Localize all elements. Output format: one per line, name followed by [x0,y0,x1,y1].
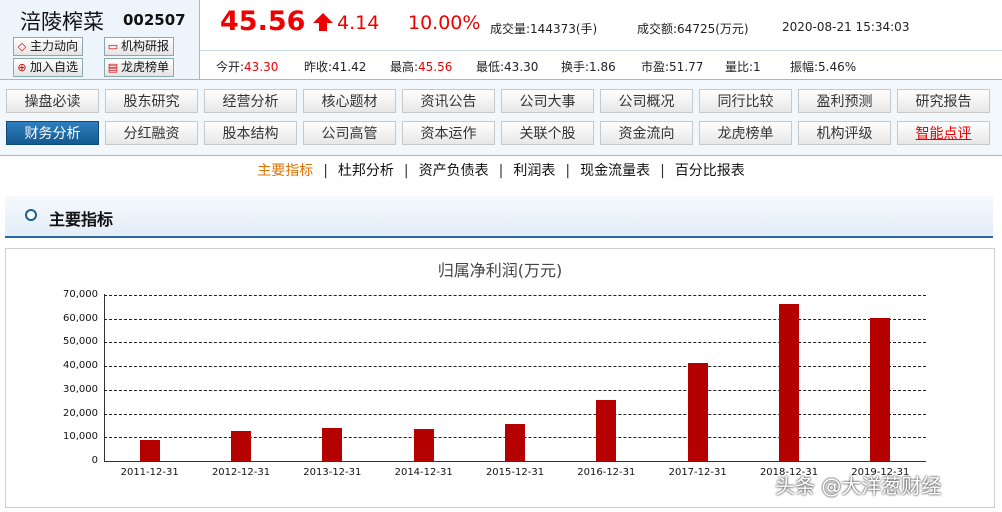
nav-button[interactable]: 同行比较 [699,89,792,113]
tab-separator: | [403,163,409,179]
subtab[interactable]: 利润表 [505,160,563,180]
dragon-tiger-button[interactable]: ▤ 龙虎榜单 [104,58,175,77]
nav-button[interactable]: 资金流向 [600,121,693,145]
grid-line [104,318,926,320]
nav-button[interactable]: 公司大事 [501,89,594,113]
nav-button[interactable]: 操盘必读 [6,89,99,113]
x-axis [104,461,926,462]
y-tick-label: 0 [91,455,98,466]
y-tick-label: 50,000 [63,336,98,348]
x-tick-label: 2015-12-31 [485,467,545,478]
nav-button[interactable]: 研究报告 [897,89,990,113]
section-title: 主要指标 [49,210,114,229]
stat-amplitude: 振幅:5.46% [790,60,857,74]
nav-button[interactable]: 公司概况 [600,89,693,113]
timestamp: 2020-08-21 15:34:03 [782,20,910,34]
y-tick-label: 10,000 [63,431,98,443]
tab-separator: | [498,163,504,179]
subtab[interactable]: 杜邦分析 [330,160,402,180]
stats-row: 今开:43.30 昨收:41.42 最高:45.56 最低:43.30 换手:1… [200,50,1002,80]
plus-icon: ⊕ [17,61,27,74]
chart-title: 归属净利润(万元) [437,261,563,280]
section-header: 主要指标 [5,196,993,238]
y-tick-label: 40,000 [63,360,98,372]
nav-button[interactable]: 分红融资 [105,121,198,145]
bar[interactable] [413,429,434,461]
stat-turnover: 换手:1.86 [561,60,616,74]
sub-tabs: 主要指标 | 杜邦分析 | 资产负债表 | 利润表 | 现金流量表 | 百分比报… [0,160,1002,190]
x-tick-label: 2017-12-31 [668,467,727,478]
y-tick-label: 70,000 [63,289,98,300]
nav-button[interactable]: 龙虎榜单 [699,121,792,145]
bar[interactable] [139,439,160,461]
folder-icon: ▭ [107,40,119,53]
y-tick-label: 60,000 [63,312,98,324]
nav-button[interactable]: 股东研究 [105,89,198,113]
grid-line [104,295,926,296]
x-tick-label: 2016-12-31 [577,467,636,478]
main-force-button[interactable]: ◇ 主力动向 [13,37,84,56]
quote-panel: 45.56 4.14 10.00% 成交量:144373(手) 成交额:6472… [200,0,1002,50]
up-arrow-icon [313,13,333,31]
nav-button[interactable]: 机构评级 [798,121,891,145]
bar[interactable] [505,424,525,461]
nav-button[interactable]: 智能点评 [897,121,990,145]
stat-low: 最低:43.30 [476,60,539,74]
nav-button[interactable]: 资讯公告 [402,89,495,113]
y-tick-label: 30,000 [63,383,98,395]
bar[interactable] [322,427,343,461]
x-tick-label: 2011-12-31 [120,467,179,478]
tab-separator: | [565,163,571,179]
current-price: 45.56 [220,6,306,37]
subtab[interactable]: 现金流量表 [572,160,658,180]
stock-info-panel: 涪陵榨菜 002507 ◇ 主力动向 ▭ 机构研报 ⊕ 加入自选 ▤ 龙虎榜单 [0,0,200,80]
grid-line [104,366,926,368]
nav-button[interactable]: 资本运作 [402,121,495,145]
nav-button[interactable]: 公司高管 [303,121,396,145]
subtab[interactable]: 资产负债表 [411,160,497,180]
x-tick-label: 2012-12-31 [211,467,271,478]
bar[interactable] [779,304,799,461]
stat-open: 今开:43.30 [216,60,279,74]
nav-button[interactable]: 盈利预测 [798,89,891,113]
nav-button[interactable]: 核心题材 [303,89,396,113]
diamond-icon: ◇ [17,40,27,53]
bar[interactable] [231,431,251,461]
y-tick-label: 20,000 [63,407,98,419]
bar[interactable] [687,363,708,461]
subtab[interactable]: 百分比报表 [667,160,753,180]
stock-name: 涪陵榨菜 [20,10,104,34]
watermark: 头条 @大洋葱财经 [775,474,942,498]
grid-line [104,389,926,391]
bar[interactable] [870,317,891,461]
x-tick-label: 2013-12-31 [303,467,362,478]
bar[interactable] [596,399,617,461]
price-change: 4.14 [337,12,380,34]
volume: 成交量:144373(手) [490,22,598,36]
stat-prev-close: 昨收:41.42 [304,60,367,74]
nav-button[interactable]: 关联个股 [501,121,594,145]
chart-container: 归属净利润(万元) 0 10,000 20,000 30,000 40,000 50,00… [5,248,995,508]
stock-code: 002507 [123,11,186,29]
institution-report-button[interactable]: ▭ 机构研报 [104,37,175,56]
amount: 成交额:64725(万元) [637,22,749,36]
grid-line [104,413,926,415]
nav-button[interactable]: 经营分析 [204,89,297,113]
stat-pe: 市盈:51.77 [641,60,704,74]
nav-button[interactable]: 股本结构 [204,121,297,145]
price-change-percent: 10.00% [408,12,481,34]
add-watchlist-button[interactable]: ⊕ 加入自选 [13,58,84,77]
stat-volume-ratio: 量比:1 [725,60,761,74]
stat-high: 最高:45.56 [390,60,453,74]
nav-button[interactable]: 财务分析 [6,121,99,145]
tab-separator: | [323,163,328,179]
tab-separator: | [660,163,665,179]
subtab[interactable]: 主要指标 [249,160,321,180]
grid-line [104,342,926,344]
list-icon: ▤ [107,61,119,74]
stock-header: 涪陵榨菜 002507 ◇ 主力动向 ▭ 机构研报 ⊕ 加入自选 ▤ 龙虎榜单 45.5… [0,0,1002,80]
x-tick-label: 2014-12-31 [394,467,453,478]
circle-icon [25,209,37,221]
